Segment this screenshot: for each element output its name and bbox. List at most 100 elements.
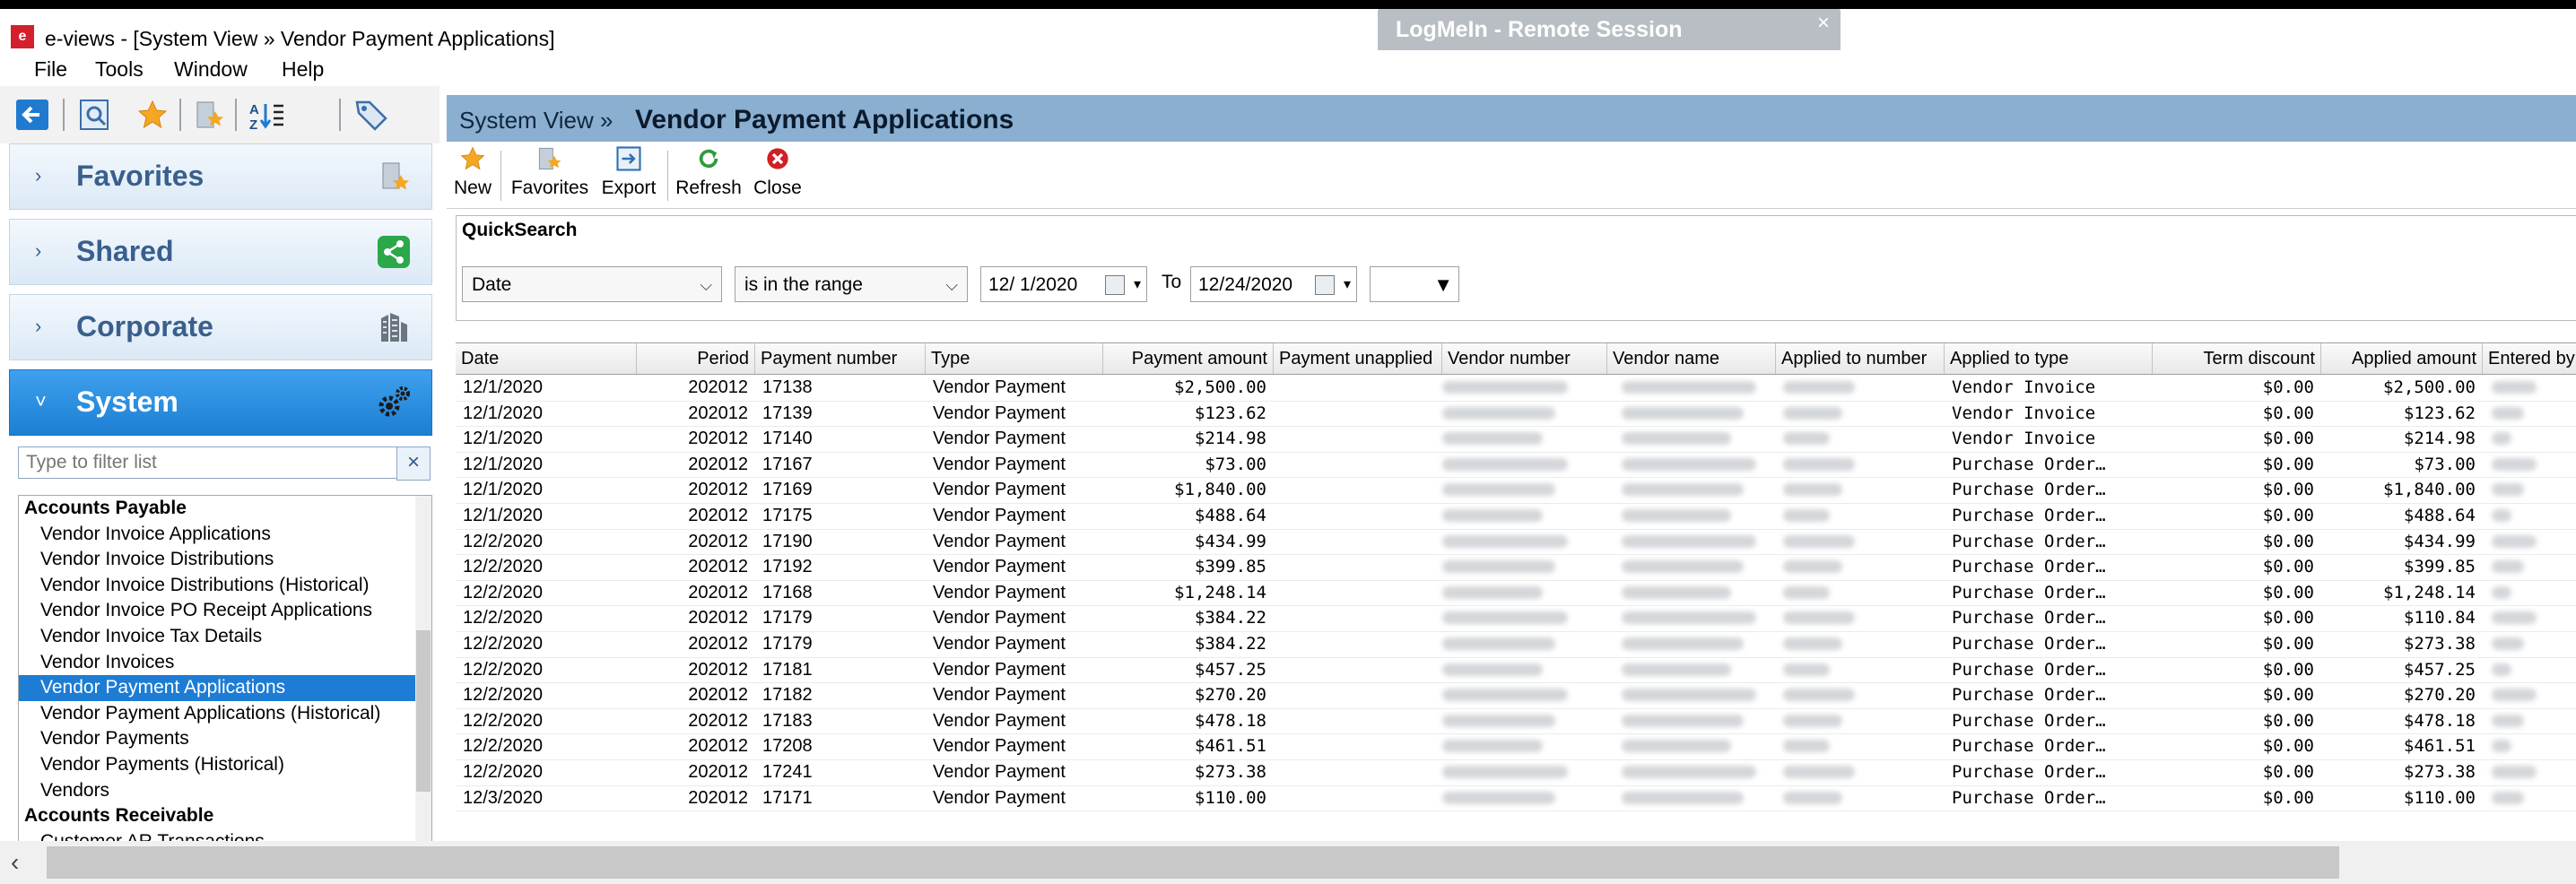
column-header[interactable]: Vendor number [1442, 343, 1607, 374]
list-item[interactable]: Vendor Invoices [19, 650, 431, 676]
horizontal-scrollbar[interactable]: ‹ [0, 841, 2576, 884]
table-row[interactable]: 12/1/2020 202012 17138 Vendor Payment $2,500… [456, 375, 2576, 402]
column-header[interactable]: Vendor name [1607, 343, 1776, 374]
remote-session-close-button[interactable]: × [1817, 11, 1830, 36]
column-header[interactable]: Period [637, 343, 755, 374]
list-item[interactable]: Vendor Invoice Applications [19, 522, 431, 548]
list-item[interactable]: Vendor Payment Applications (Historical) [19, 701, 431, 727]
list-item-selected[interactable]: Vendor Payment Applications [19, 675, 431, 701]
menu-file[interactable]: File [34, 57, 67, 82]
column-header[interactable]: Type [926, 343, 1103, 374]
search-icon[interactable] [77, 97, 113, 133]
table-row[interactable]: 12/1/2020 202012 17175 Vendor Payment $488.6… [456, 503, 2576, 530]
table-cell: $488.64 [1194, 506, 1266, 525]
menu-bar: File Tools Window Help [0, 50, 2576, 86]
tag-icon[interactable] [353, 97, 389, 133]
nav-section-corporate[interactable]: › Corporate [9, 294, 432, 360]
new-button[interactable]: New [452, 145, 493, 199]
calendar-icon[interactable] [1315, 275, 1335, 295]
close-button[interactable]: Close [748, 145, 807, 199]
extra-dropdown[interactable]: ▼ [1370, 266, 1459, 302]
table-cell: $2,500.00 [2383, 377, 2476, 397]
redacted-cell [1783, 791, 1842, 804]
list-item[interactable]: Vendors [19, 778, 431, 804]
dropdown-arrow-icon[interactable]: ▾ [1344, 267, 1351, 303]
quicksearch-operator-select[interactable]: is in the range ⌵ [735, 266, 968, 302]
redacted-cell [1622, 637, 1744, 650]
star-icon[interactable] [135, 97, 170, 133]
table-row[interactable]: 12/2/2020 202012 17179 Vendor Payment $384.2… [456, 605, 2576, 632]
menu-window[interactable]: Window [174, 57, 248, 82]
back-arrow-icon[interactable] [14, 97, 50, 133]
column-header[interactable]: Payment amount [1103, 343, 1274, 374]
table-row[interactable]: 12/2/2020 202012 17183 Vendor Payment $478.1… [456, 708, 2576, 735]
table-row[interactable]: 12/2/2020 202012 17208 Vendor Payment $461.5… [456, 733, 2576, 760]
table-row[interactable]: 12/2/2020 202012 17182 Vendor Payment $270.2… [456, 682, 2576, 709]
date-to-picker[interactable]: 12/24/2020 ▾ [1190, 266, 1357, 302]
redacted-cell [2492, 483, 2524, 497]
table-cell: $270.20 [1194, 685, 1266, 706]
table-row[interactable]: 12/2/2020 202012 17241 Vendor Payment $273.3… [456, 759, 2576, 786]
table-row[interactable]: 12/1/2020 202012 17139 Vendor Payment $123.6… [456, 401, 2576, 428]
list-item[interactable]: Vendor Payments [19, 726, 431, 752]
redacted-cell [1783, 432, 1830, 446]
nav-section-system[interactable]: ˅ System [9, 369, 432, 436]
export-button[interactable]: Export [597, 145, 660, 199]
table-row[interactable]: 12/1/2020 202012 17169 Vendor Payment $1,840… [456, 477, 2576, 504]
filter-field[interactable] [18, 446, 410, 479]
nav-section-shared[interactable]: › Shared [9, 219, 432, 285]
quicksearch-field-select[interactable]: Date ⌵ [462, 266, 722, 302]
redacted-cell [1622, 457, 1756, 471]
table-cell: 202012 [688, 480, 748, 500]
table-cell: 17190 [762, 531, 813, 551]
column-header[interactable]: Date [456, 343, 637, 374]
chevron-down-icon: ⌵ [700, 276, 712, 294]
list-scrollbar-thumb[interactable] [416, 630, 431, 792]
menu-tools[interactable]: Tools [95, 57, 144, 82]
table-row[interactable]: 12/2/2020 202012 17192 Vendor Payment $399.8… [456, 554, 2576, 581]
column-header[interactable]: Entered by [2483, 343, 2576, 374]
dropdown-arrow-icon[interactable]: ▼ [1433, 267, 1453, 303]
favorites-button[interactable]: Favorites [508, 145, 592, 199]
table-cell: 12/2/2020 [463, 582, 543, 602]
table-row[interactable]: 12/2/2020 202012 17179 Vendor Payment $384.2… [456, 631, 2576, 658]
sort-icon[interactable]: AZ [249, 97, 285, 133]
filter-input[interactable] [19, 447, 410, 478]
list-item[interactable]: Vendor Payments (Historical) [19, 752, 431, 778]
list-item[interactable]: Vendor Invoice Tax Details [19, 624, 431, 650]
scroll-left-icon[interactable]: ‹ [11, 848, 19, 877]
filter-clear-button[interactable]: × [396, 446, 431, 481]
remote-session-banner[interactable]: LogMeIn - Remote Session × [1378, 9, 1841, 52]
table-row[interactable]: 12/1/2020 202012 17167 Vendor Payment $73.00… [456, 452, 2576, 479]
chevron-down-icon: ⌵ [945, 276, 958, 294]
breadcrumb[interactable]: System View » [459, 107, 613, 134]
list-item[interactable]: Vendor Invoice PO Receipt Applications [19, 598, 431, 624]
table-row[interactable]: 12/2/2020 202012 17181 Vendor Payment $457.2… [456, 657, 2576, 684]
column-header[interactable]: Applied to number [1776, 343, 1945, 374]
table-row[interactable]: 12/1/2020 202012 17140 Vendor Payment $214.9… [456, 426, 2576, 453]
table-cell: $461.51 [2403, 736, 2476, 757]
list-item[interactable]: Vendor Invoice Distributions [19, 547, 431, 573]
menu-help[interactable]: Help [282, 57, 324, 82]
list-item[interactable]: Vendor Invoice Distributions (Historical… [19, 573, 431, 599]
dropdown-arrow-icon[interactable]: ▾ [1134, 267, 1141, 303]
table-row[interactable]: 12/2/2020 202012 17190 Vendor Payment $434.9… [456, 529, 2576, 556]
date-from-picker[interactable]: 12/ 1/2020 ▾ [980, 266, 1147, 302]
column-header[interactable]: Applied to type [1945, 343, 2153, 374]
column-header[interactable]: Payment number [755, 343, 926, 374]
list-scrollbar[interactable] [415, 496, 431, 842]
column-header[interactable]: Payment unapplied [1274, 343, 1442, 374]
table-cell: 202012 [688, 531, 748, 551]
table-row[interactable]: 12/2/2020 202012 17168 Vendor Payment $1,248… [456, 580, 2576, 607]
column-header[interactable]: Term discount [2153, 343, 2321, 374]
table-cell: $0.00 [2262, 582, 2314, 602]
refresh-button[interactable]: Refresh [673, 145, 744, 199]
table-row[interactable]: 12/3/2020 202012 17171 Vendor Payment $110.0… [456, 785, 2576, 812]
redacted-cell [1442, 509, 1543, 522]
calendar-icon[interactable] [1105, 275, 1125, 295]
horizontal-scrollbar-thumb[interactable] [47, 846, 2339, 879]
bookmark-star-icon[interactable] [192, 97, 228, 133]
column-header[interactable]: Applied amount [2321, 343, 2483, 374]
table-cell: Vendor Payment [933, 608, 1066, 628]
nav-section-favorites[interactable]: › Favorites [9, 143, 432, 210]
